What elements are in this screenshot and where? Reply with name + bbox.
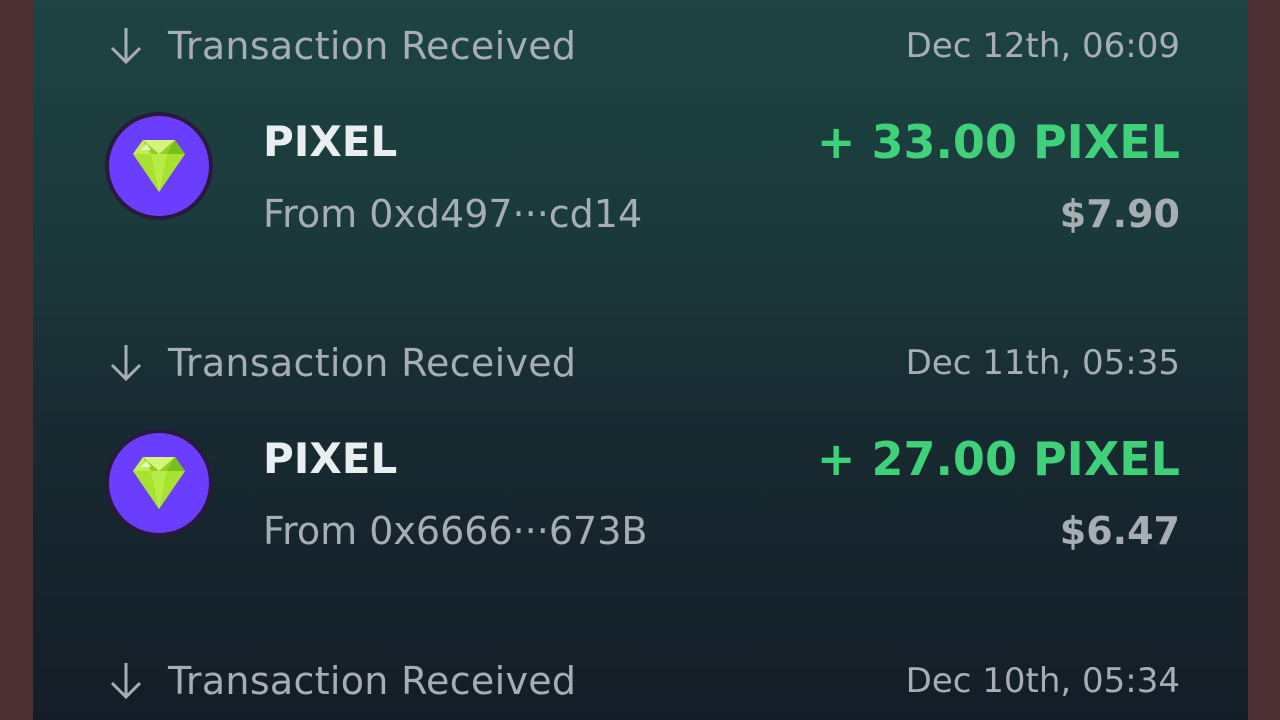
token-amount: + 27.00 PIXEL [816,432,1180,486]
usd-value: $6.47 [1059,509,1180,553]
arrow-down-icon [110,28,142,65]
arrow-down-icon [110,345,142,382]
transaction-type: Transaction Received [168,341,577,385]
transaction-type: Transaction Received [168,659,577,703]
transaction-row[interactable]: PIXEL From 0x6666···673B + 27.00 PIXEL $… [103,427,1180,557]
token-name: PIXEL [263,117,398,166]
transaction-date: Dec 11th, 05:35 [905,343,1180,383]
transaction-date: Dec 12th, 06:09 [905,26,1180,66]
transaction-list[interactable]: Transaction Received Dec 12th, 06:09 PIX… [33,0,1248,720]
pixel-gem-icon [105,429,213,537]
transaction-header: Transaction Received Dec 10th, 05:34 [108,655,1180,707]
transaction-row[interactable]: PIXEL From 0xd497···cd14 + 33.00 PIXEL $… [103,110,1180,240]
window-frame: Transaction Received Dec 12th, 06:09 PIX… [0,0,1280,720]
token-amount: + 33.00 PIXEL [816,115,1180,169]
transaction-date: Dec 10th, 05:34 [905,661,1180,701]
sender-address: From 0x6666···673B [263,509,648,553]
pixel-gem-icon [105,112,213,220]
token-name: PIXEL [263,434,398,483]
arrow-down-icon [110,663,142,700]
transaction-header: Transaction Received Dec 11th, 05:35 [108,337,1180,389]
sender-address: From 0xd497···cd14 [263,192,643,236]
transaction-type: Transaction Received [168,24,577,68]
transaction-header: Transaction Received Dec 12th, 06:09 [108,20,1180,72]
usd-value: $7.90 [1059,192,1180,236]
